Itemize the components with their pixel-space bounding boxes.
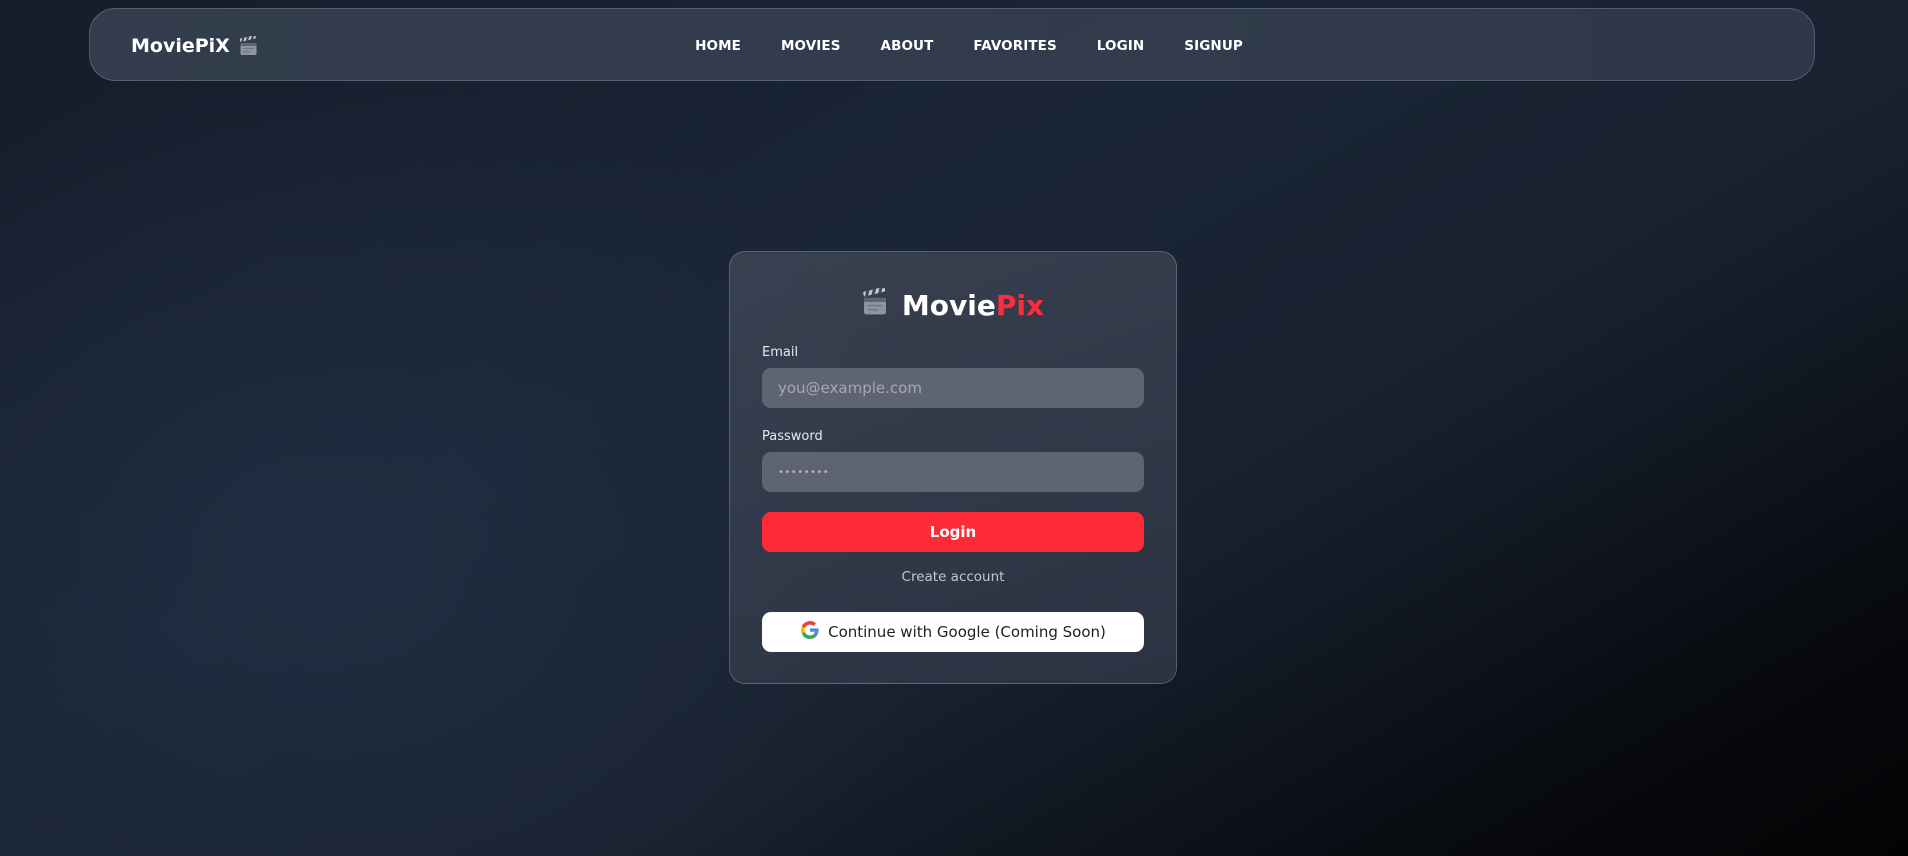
nav-login-link[interactable]: LOGIN [1097, 38, 1145, 54]
card-title: MoviePix [730, 285, 1176, 325]
nav-about-link[interactable]: ABOUT [881, 38, 934, 54]
login-button[interactable]: Login [762, 512, 1144, 552]
google-button-label: Continue with Google (Coming Soon) [828, 623, 1106, 641]
top-navbar: MoviePiX HOME MOVIES ABOUT FAVORITES LOG… [89, 8, 1815, 81]
password-label: Password [762, 429, 823, 444]
app-title-movie: Movie [901, 288, 996, 322]
nav-links: HOME MOVIES ABOUT FAVORITES LOGIN SIGNUP [90, 9, 1814, 82]
nav-home-link[interactable]: HOME [695, 38, 741, 54]
login-card: MoviePix Email Password •••••••• Login C… [729, 251, 1177, 684]
email-field[interactable] [762, 368, 1144, 408]
nav-signup-link[interactable]: SIGNUP [1184, 38, 1243, 54]
nav-movies-link[interactable]: MOVIES [781, 38, 841, 54]
app-title-pix: Pix [995, 288, 1045, 322]
google-icon [800, 620, 820, 644]
password-field[interactable]: •••••••• [762, 452, 1144, 492]
app-title: MoviePix [902, 289, 1044, 322]
create-account-link[interactable]: Create account [730, 569, 1176, 585]
google-signin-button[interactable]: Continue with Google (Coming Soon) [762, 612, 1144, 652]
nav-favorites-link[interactable]: FAVORITES [973, 38, 1056, 54]
clapperboard-icon [862, 286, 888, 323]
email-label: Email [762, 345, 799, 360]
